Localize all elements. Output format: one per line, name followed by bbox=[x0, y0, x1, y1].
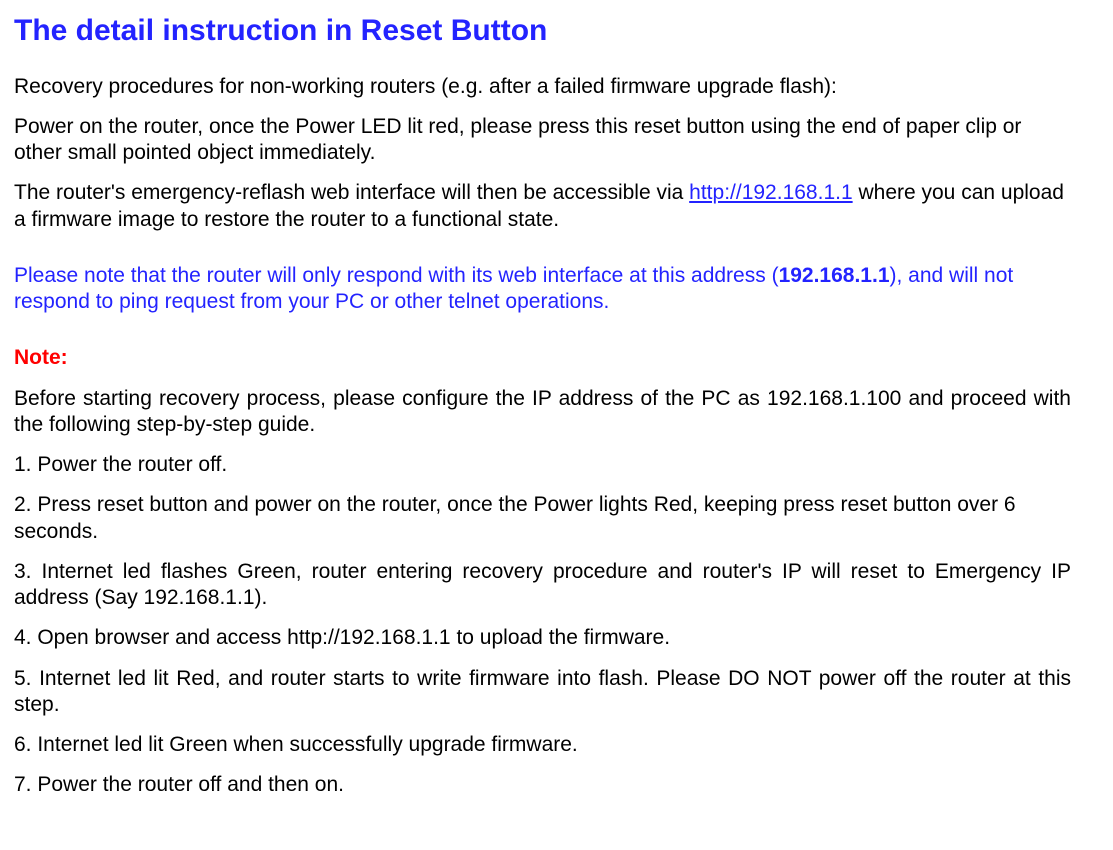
note-label: Note: bbox=[14, 345, 1071, 371]
intro-paragraph: Recovery procedures for non-working rout… bbox=[14, 74, 1071, 100]
blue-warning-ip: 192.168.1.1 bbox=[779, 264, 890, 287]
step-2: 2. Press reset button and power on the r… bbox=[14, 492, 1071, 545]
step-7: 7. Power the router off and then on. bbox=[14, 772, 1071, 798]
step-1: 1. Power the router off. bbox=[14, 452, 1071, 478]
router-ip-link[interactable]: http://192.168.1.1 bbox=[689, 181, 852, 204]
reflash-prefix: The router's emergency-reflash web inter… bbox=[14, 181, 689, 204]
page-title: The detail instruction in Reset Button bbox=[14, 12, 1071, 50]
step-power-on: Power on the router, once the Power LED … bbox=[14, 114, 1071, 167]
step-6: 6. Internet led lit Green when successfu… bbox=[14, 732, 1071, 758]
blue-warning: Please note that the router will only re… bbox=[14, 263, 1071, 316]
reflash-paragraph: The router's emergency-reflash web inter… bbox=[14, 180, 1071, 233]
step-5: 5. Internet led lit Red, and router star… bbox=[14, 666, 1071, 719]
step-3: 3. Internet led flashes Green, router en… bbox=[14, 559, 1071, 612]
step-4: 4. Open browser and access http://192.16… bbox=[14, 625, 1071, 651]
blue-warning-pre: Please note that the router will only re… bbox=[14, 264, 779, 287]
note-body: Before starting recovery process, please… bbox=[14, 386, 1071, 439]
